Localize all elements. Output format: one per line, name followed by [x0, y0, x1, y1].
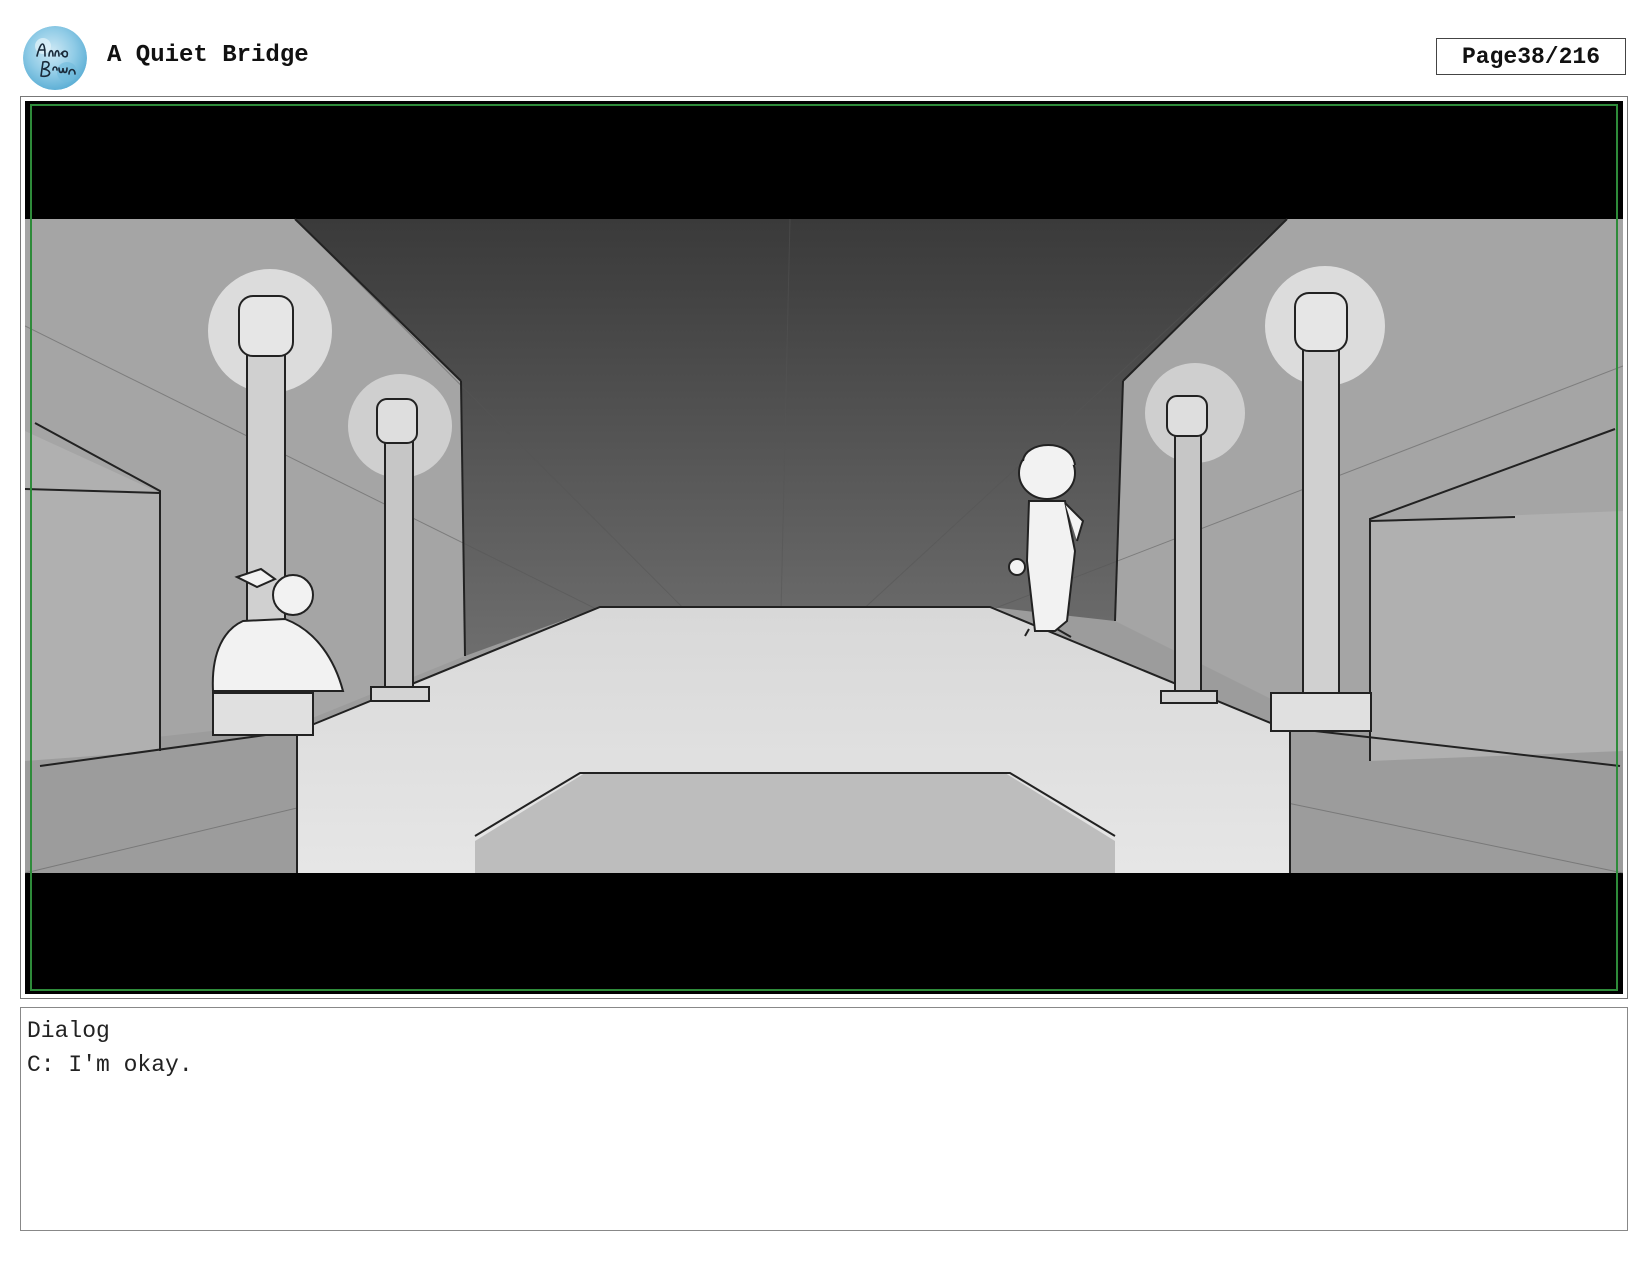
dialog-box: Dialog C: I'm okay. — [20, 1007, 1628, 1231]
artist-logo — [23, 26, 87, 90]
scene-bridge — [25, 218, 1623, 874]
storyboard-panel — [20, 96, 1628, 999]
storyboard-title: A Quiet Bridge — [107, 42, 309, 69]
page-label: Page — [1461, 43, 1518, 70]
page-indicator: Page 38/216 — [1436, 38, 1626, 75]
sketch-image — [25, 101, 1623, 994]
page-number: 38/216 — [1517, 43, 1601, 70]
panel-frame — [25, 101, 1623, 994]
dialog-heading: Dialog — [27, 1018, 110, 1044]
dialog-line: C: I'm okay. — [27, 1052, 193, 1078]
